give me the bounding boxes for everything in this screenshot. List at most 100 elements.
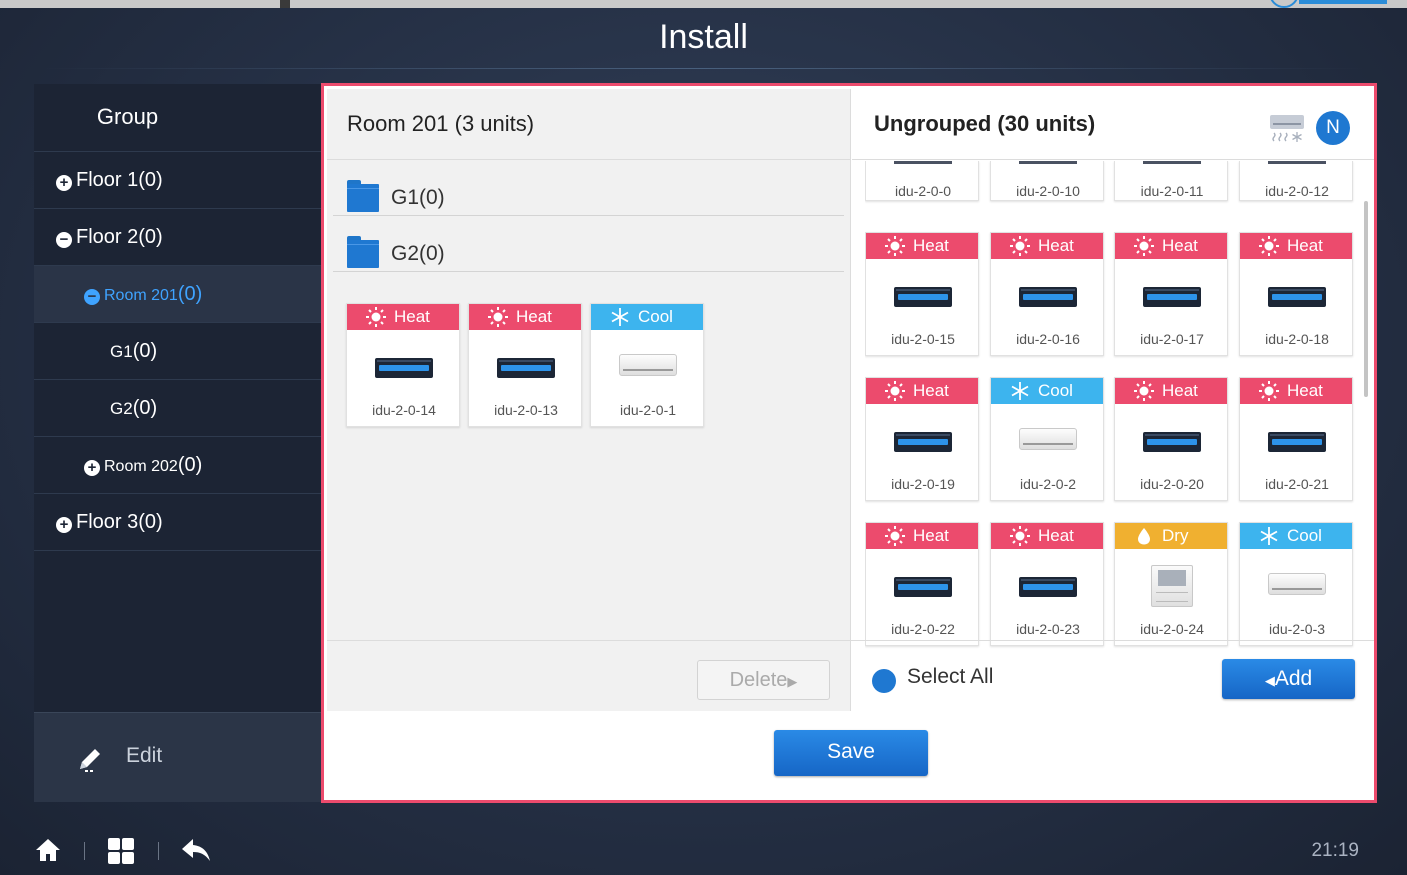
unit-card[interactable]: idu-2-0-10 <box>990 161 1104 201</box>
unit-card[interactable]: Heat idu-2-0-21 <box>1239 377 1353 501</box>
mode-badge-heat: Heat <box>1115 233 1227 259</box>
unit-name: idu-2-0-18 <box>1265 331 1329 347</box>
unit-card[interactable]: Cool idu-2-0-2 <box>990 377 1104 501</box>
mode-badge-heat: Heat <box>1240 233 1352 259</box>
mode-label: Heat <box>913 381 949 400</box>
plus-circle-icon[interactable]: + <box>84 460 100 476</box>
unit-card[interactable]: idu-2-0-12 <box>1239 161 1353 201</box>
edit-button[interactable]: Edit <box>34 712 321 802</box>
apps-grid-icon[interactable] <box>106 836 136 866</box>
unit-card[interactable]: Heat idu-2-0-17 <box>1114 232 1228 356</box>
mode-badge-dry: Dry <box>1115 523 1227 549</box>
unit-card[interactable]: Heat idu-2-0-22 <box>865 522 979 646</box>
sidebar-item-count: (0) <box>138 511 163 533</box>
save-button[interactable]: Save <box>774 730 928 776</box>
folder-row-g2[interactable]: G2(0) <box>333 216 844 272</box>
sidebar-item-floor-1[interactable]: + Floor 1(0) <box>34 152 321 209</box>
delete-button[interactable]: Delete▶ <box>697 660 830 700</box>
mode-label: Dry <box>1162 526 1189 545</box>
unit-name: idu-2-0-2 <box>1019 476 1077 492</box>
folder-icon <box>347 236 379 268</box>
unit-name: idu-2-0-13 <box>494 402 558 418</box>
sidebar-item-g2[interactable]: G2(0) <box>34 380 321 437</box>
sidebar-item-label: Room 202 <box>104 458 178 475</box>
sidebar-item-floor-2[interactable]: − Floor 2(0) <box>34 209 321 266</box>
sun-icon <box>1259 381 1279 401</box>
unit-card[interactable]: idu-2-0-11 <box>1114 161 1228 201</box>
mode-badge-heat: Heat <box>866 378 978 404</box>
unit-name: idu-2-0-16 <box>1016 331 1080 347</box>
sidebar-item-label: Floor 2 <box>76 226 139 248</box>
select-all-label[interactable]: Select All <box>907 665 993 689</box>
group-sidebar: Group + Floor 1(0) − Floor 2(0) − Room 201(… <box>34 84 321 802</box>
back-arrow-icon[interactable] <box>180 836 212 864</box>
unit-name: idu-2-0-0 <box>894 183 952 199</box>
snowflake-icon <box>1011 382 1029 400</box>
sidebar-item-floor-3[interactable]: + Floor 3(0) <box>34 494 321 551</box>
page-title: Install <box>659 18 748 56</box>
duct-unit-icon <box>1240 426 1354 456</box>
plus-circle-icon[interactable]: + <box>56 175 72 191</box>
snowflake-icon <box>611 308 629 326</box>
mode-badge-heat: Heat <box>469 304 581 330</box>
mode-label: Heat <box>394 307 430 326</box>
ungrouped-title: Ungrouped (30 units) <box>874 111 1096 136</box>
mode-badge-heat: Heat <box>1115 378 1227 404</box>
unit-name: idu-2-0-24 <box>1140 621 1204 637</box>
sidebar-item-count: (0) <box>138 169 163 191</box>
unit-card[interactable]: Heat idu-2-0-19 <box>865 377 979 501</box>
ungrouped-scrollbar[interactable] <box>1364 201 1368 397</box>
sun-icon <box>885 381 905 401</box>
unit-card[interactable]: idu-2-0-0 <box>865 161 979 201</box>
pencil-icon <box>80 749 100 772</box>
folder-row-g1[interactable]: G1(0) <box>333 160 844 216</box>
sidebar-item-room-202[interactable]: + Room 202(0) <box>34 437 321 494</box>
sun-icon <box>1259 236 1279 256</box>
minus-circle-icon[interactable]: − <box>56 232 72 248</box>
unit-card[interactable]: Heat idu-2-0-23 <box>990 522 1104 646</box>
unit-name: idu-2-0-22 <box>891 621 955 637</box>
room-title: Room 201 (3 units) <box>327 89 850 160</box>
unit-card[interactable]: Heat idu-2-0-14 <box>346 303 460 427</box>
mode-badge-heat: Heat <box>991 523 1103 549</box>
select-all-radio[interactable] <box>872 669 896 693</box>
mode-label: Heat <box>1287 381 1323 400</box>
mode-label: Heat <box>913 526 949 545</box>
unit-name: idu-2-0-11 <box>1140 183 1204 199</box>
unit-card[interactable]: Dry idu-2-0-24 <box>1114 522 1228 646</box>
add-button[interactable]: ◀Add <box>1222 659 1355 699</box>
unit-card[interactable]: Heat idu-2-0-20 <box>1114 377 1228 501</box>
mode-label: Heat <box>1038 236 1074 255</box>
sidebar-item-room-201[interactable]: − Room 201(0) <box>34 266 321 323</box>
mode-label: Heat <box>516 307 552 326</box>
mode-badge-cool: Cool <box>991 378 1103 404</box>
sidebar-header: Group <box>34 84 321 152</box>
sidebar-item-g1[interactable]: G1(0) <box>34 323 321 380</box>
home-icon[interactable] <box>34 836 62 864</box>
plus-circle-icon[interactable]: + <box>56 517 72 533</box>
unit-card[interactable]: Heat idu-2-0-16 <box>990 232 1104 356</box>
unit-name: idu-2-0-21 <box>1265 476 1329 492</box>
sidebar-item-count: (0) <box>132 397 158 419</box>
unit-card[interactable]: Heat idu-2-0-15 <box>865 232 979 356</box>
unit-card[interactable]: Heat idu-2-0-13 <box>468 303 582 427</box>
folder-icon <box>347 180 379 212</box>
duct-unit-icon <box>469 352 583 382</box>
wall-unit-icon <box>991 426 1105 456</box>
sun-icon <box>488 307 508 327</box>
minus-circle-icon[interactable]: − <box>84 289 100 305</box>
mode-badge-cool: Cool <box>1240 523 1352 549</box>
mode-badge-heat: Heat <box>866 523 978 549</box>
unit-card[interactable]: Heat idu-2-0-18 <box>1239 232 1353 356</box>
sun-icon <box>885 526 905 546</box>
unit-card[interactable]: Cool idu-2-0-1 <box>590 303 704 427</box>
air-conditioner-icon[interactable] <box>1268 113 1306 143</box>
sun-icon <box>1134 236 1154 256</box>
duct-unit-icon <box>1115 426 1229 456</box>
sun-icon <box>1134 381 1154 401</box>
nav-separator <box>158 842 159 860</box>
folder-label: G2(0) <box>391 242 445 265</box>
notification-badge[interactable]: N <box>1316 111 1350 145</box>
sidebar-item-label: G2 <box>110 399 133 418</box>
unit-card[interactable]: Cool idu-2-0-3 <box>1239 522 1353 646</box>
